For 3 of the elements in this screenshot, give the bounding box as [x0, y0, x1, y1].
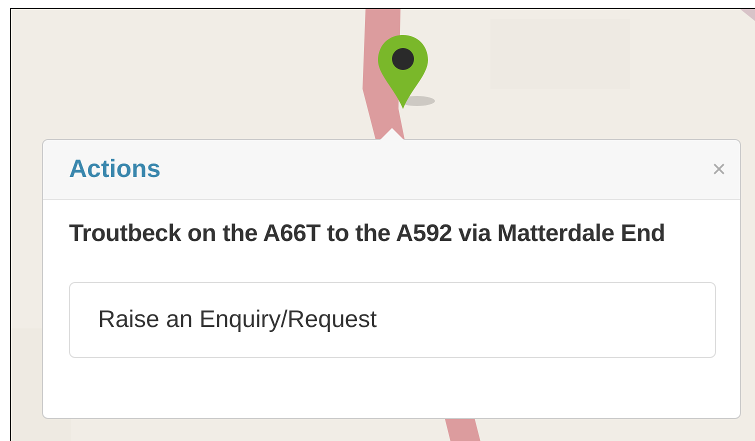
action-item[interactable]: Raise an Enquiry/Request: [69, 282, 716, 358]
location-heading: Troutbeck on the A66T to the A592 via Matterdale End: [69, 219, 666, 249]
popup-title: Actions: [69, 154, 161, 185]
